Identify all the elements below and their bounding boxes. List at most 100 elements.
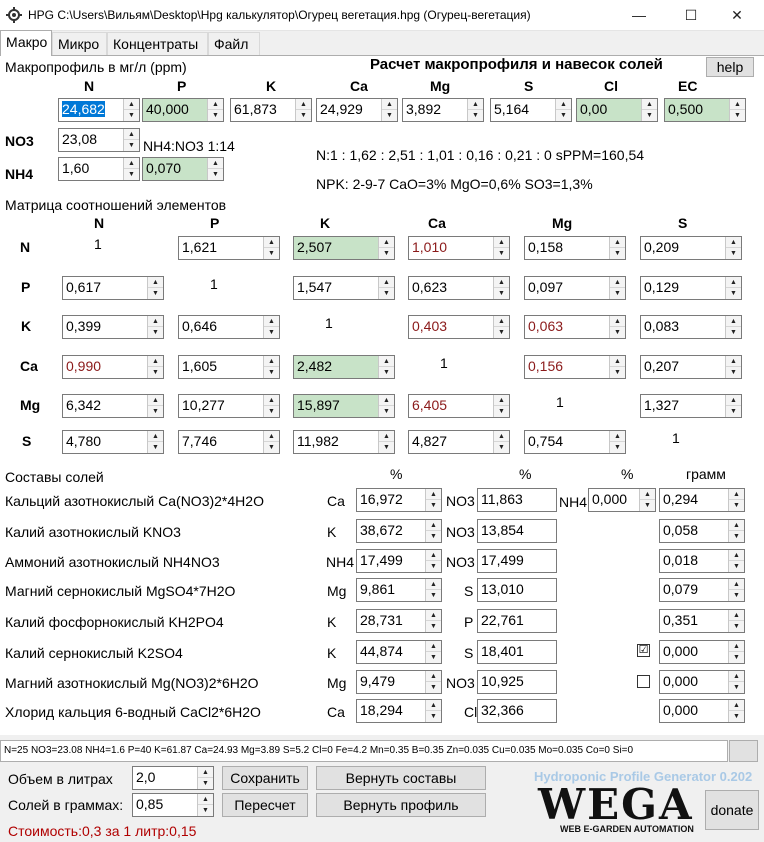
spin-arrows[interactable]: ▲ ▼	[493, 395, 509, 417]
chevron-down-icon[interactable]: ▼	[426, 682, 441, 693]
spin-arrows[interactable]: ▲ ▼	[147, 431, 163, 453]
chevron-up-icon[interactable]: ▲	[730, 99, 745, 110]
matrix-cell-k-s[interactable]: 0,083 ▲ ▼	[640, 315, 742, 339]
tab-macro[interactable]: Макро	[0, 30, 52, 56]
chevron-down-icon[interactable]: ▼	[729, 652, 744, 663]
chevron-up-icon[interactable]: ▲	[726, 395, 741, 406]
spin-arrows[interactable]: ▲ ▼	[378, 431, 394, 453]
spin-arrows[interactable]: ▲ ▼	[728, 489, 744, 511]
salt-percent2-field-0[interactable]: 11,863	[477, 488, 557, 512]
chevron-down-icon[interactable]: ▼	[264, 327, 279, 338]
chevron-up-icon[interactable]: ▲	[208, 158, 223, 169]
spin-arrows[interactable]: ▲ ▼	[425, 700, 441, 722]
spin-arrows[interactable]: ▲ ▼	[425, 610, 441, 632]
macro-field-n[interactable]: 24,682 ▲ ▼	[58, 98, 140, 122]
chevron-up-icon[interactable]: ▲	[729, 579, 744, 590]
matrix-cell-mg-ca[interactable]: 6,405 ▲ ▼	[408, 394, 510, 418]
chevron-down-icon[interactable]: ▼	[124, 169, 139, 180]
spin-arrows[interactable]: ▲ ▼	[123, 129, 139, 151]
salt-percent1-field-7[interactable]: 18,294 ▲ ▼	[356, 699, 442, 723]
salt-grams-field-7[interactable]: 0,000 ▲ ▼	[659, 699, 745, 723]
chevron-up-icon[interactable]: ▲	[148, 316, 163, 327]
restore-compositions-button[interactable]: Вернуть составы	[316, 766, 486, 790]
chevron-down-icon[interactable]: ▼	[426, 621, 441, 632]
spin-arrows[interactable]: ▲ ▼	[728, 550, 744, 572]
macro-field-ec[interactable]: 0,500 ▲ ▼	[664, 98, 746, 122]
k2so4-enable-checkbox[interactable]: ☑	[637, 644, 650, 657]
spin-arrows[interactable]: ▲ ▼	[425, 671, 441, 693]
chevron-down-icon[interactable]: ▼	[148, 406, 163, 417]
chevron-down-icon[interactable]: ▼	[610, 248, 625, 259]
matrix-cell-p-n[interactable]: 0,617 ▲ ▼	[62, 276, 164, 300]
spin-arrows[interactable]: ▲ ▼	[147, 356, 163, 378]
chevron-down-icon[interactable]: ▼	[494, 442, 509, 453]
macro-field-mg[interactable]: 3,892 ▲ ▼	[402, 98, 484, 122]
spin-arrows[interactable]: ▲ ▼	[425, 489, 441, 511]
matrix-cell-n-mg[interactable]: 0,158 ▲ ▼	[524, 236, 626, 260]
chevron-down-icon[interactable]: ▼	[208, 110, 223, 121]
chevron-up-icon[interactable]: ▲	[198, 767, 213, 778]
chevron-up-icon[interactable]: ▲	[729, 610, 744, 621]
chevron-down-icon[interactable]: ▼	[729, 590, 744, 601]
chevron-down-icon[interactable]: ▼	[729, 500, 744, 511]
chevron-up-icon[interactable]: ▲	[379, 431, 394, 442]
salt-percent1-field-2[interactable]: 17,499 ▲ ▼	[356, 549, 442, 573]
chevron-down-icon[interactable]: ▼	[640, 500, 655, 511]
chevron-up-icon[interactable]: ▲	[494, 237, 509, 248]
spin-arrows[interactable]: ▲ ▼	[147, 277, 163, 299]
chevron-up-icon[interactable]: ▲	[729, 550, 744, 561]
chevron-up-icon[interactable]: ▲	[426, 579, 441, 590]
chevron-up-icon[interactable]: ▲	[264, 356, 279, 367]
spin-arrows[interactable]: ▲ ▼	[493, 277, 509, 299]
matrix-cell-p-k[interactable]: 1,547 ▲ ▼	[293, 276, 395, 300]
chevron-down-icon[interactable]: ▼	[264, 248, 279, 259]
chevron-up-icon[interactable]: ▲	[148, 395, 163, 406]
spin-arrows[interactable]: ▲ ▼	[263, 395, 279, 417]
chevron-up-icon[interactable]: ▲	[264, 316, 279, 327]
salt-percent2-field-3[interactable]: 13,010	[477, 578, 557, 602]
spin-arrows[interactable]: ▲ ▼	[147, 316, 163, 338]
chevron-up-icon[interactable]: ▲	[264, 431, 279, 442]
macro-field-p[interactable]: 40,000 ▲ ▼	[142, 98, 224, 122]
chevron-up-icon[interactable]: ▲	[426, 610, 441, 621]
chevron-up-icon[interactable]: ▲	[726, 316, 741, 327]
matrix-cell-ca-n[interactable]: 0,990 ▲ ▼	[62, 355, 164, 379]
spin-arrows[interactable]: ▲ ▼	[728, 610, 744, 632]
matrix-cell-k-p[interactable]: 0,646 ▲ ▼	[178, 315, 280, 339]
salt-grams-field-3[interactable]: 0,079 ▲ ▼	[659, 578, 745, 602]
chevron-up-icon[interactable]: ▲	[610, 356, 625, 367]
spin-arrows[interactable]: ▲ ▼	[609, 277, 625, 299]
chevron-down-icon[interactable]: ▼	[148, 367, 163, 378]
salt-percent1-field-3[interactable]: 9,861 ▲ ▼	[356, 578, 442, 602]
salt-percent2-field-7[interactable]: 32,366	[477, 699, 557, 723]
chevron-down-icon[interactable]: ▼	[264, 442, 279, 453]
chevron-up-icon[interactable]: ▲	[610, 277, 625, 288]
mg-nitrate-enable-checkbox[interactable]	[637, 675, 650, 688]
spin-arrows[interactable]: ▲ ▼	[263, 431, 279, 453]
chevron-up-icon[interactable]: ▲	[208, 99, 223, 110]
chevron-down-icon[interactable]: ▼	[426, 590, 441, 601]
chevron-down-icon[interactable]: ▼	[729, 561, 744, 572]
chevron-up-icon[interactable]: ▲	[198, 794, 213, 805]
salt-grams-field-0[interactable]: 0,294 ▲ ▼	[659, 488, 745, 512]
spin-arrows[interactable]: ▲ ▼	[728, 579, 744, 601]
matrix-cell-k-mg[interactable]: 0,063 ▲ ▼	[524, 315, 626, 339]
chevron-down-icon[interactable]: ▼	[726, 288, 741, 299]
chevron-down-icon[interactable]: ▼	[729, 531, 744, 542]
chevron-down-icon[interactable]: ▼	[610, 367, 625, 378]
spin-arrows[interactable]: ▲ ▼	[725, 356, 741, 378]
chevron-down-icon[interactable]: ▼	[610, 442, 625, 453]
spin-arrows[interactable]: ▲ ▼	[197, 794, 213, 816]
matrix-cell-k-n[interactable]: 0,399 ▲ ▼	[62, 315, 164, 339]
salts-grams-field[interactable]: 0,85 ▲ ▼	[132, 793, 214, 817]
chevron-up-icon[interactable]: ▲	[494, 431, 509, 442]
matrix-cell-s-mg[interactable]: 0,754 ▲ ▼	[524, 430, 626, 454]
chevron-down-icon[interactable]: ▼	[494, 327, 509, 338]
chevron-up-icon[interactable]: ▲	[468, 99, 483, 110]
macro-field-ca[interactable]: 24,929 ▲ ▼	[316, 98, 398, 122]
chevron-up-icon[interactable]: ▲	[124, 129, 139, 140]
salt-percent1-field-1[interactable]: 38,672 ▲ ▼	[356, 519, 442, 543]
salt-percent2-field-5[interactable]: 18,401	[477, 640, 557, 664]
spin-arrows[interactable]: ▲ ▼	[378, 237, 394, 259]
matrix-cell-ca-mg[interactable]: 0,156 ▲ ▼	[524, 355, 626, 379]
